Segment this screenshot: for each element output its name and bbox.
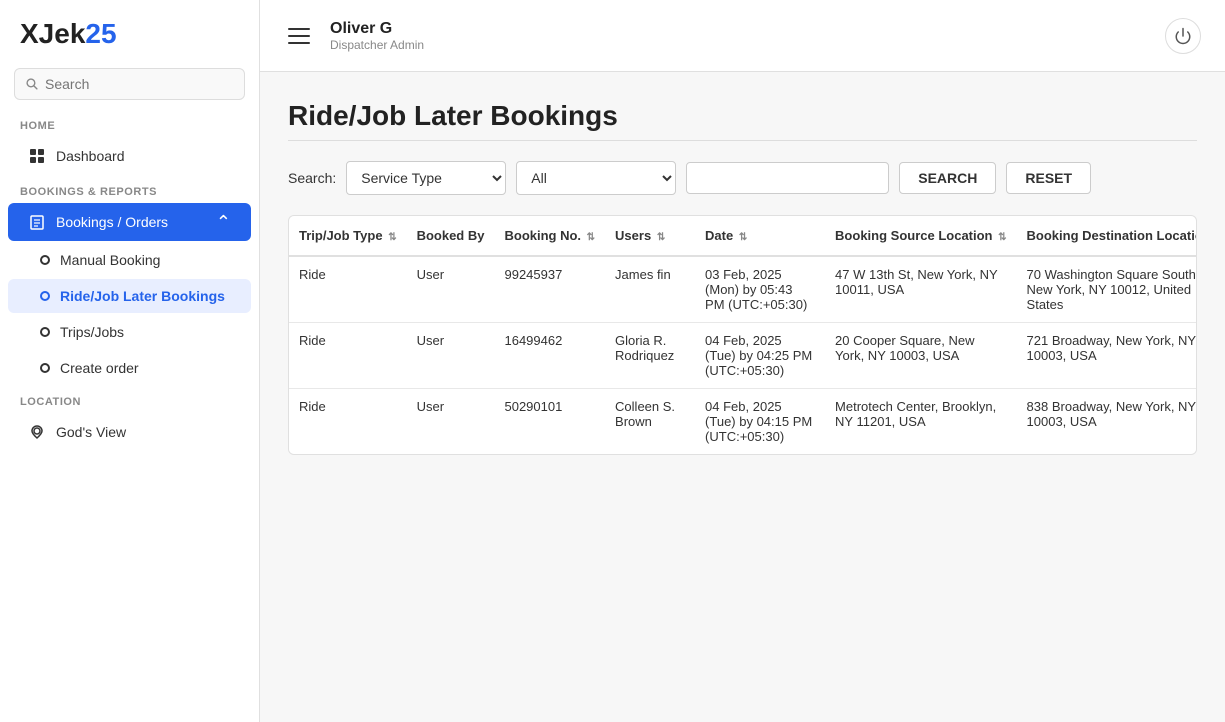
- dot-icon: [40, 255, 50, 265]
- cell-trip-type: Ride: [289, 256, 407, 323]
- sidebar-item-ride-job-later-label: Ride/Job Later Bookings: [60, 288, 225, 304]
- sidebar-item-bookings[interactable]: Bookings / Orders ⌃: [8, 203, 251, 241]
- sidebar-item-manual-booking[interactable]: Manual Booking: [8, 243, 251, 277]
- cell-source: Metrotech Center, Brooklyn, NY 11201, US…: [825, 389, 1016, 455]
- col-trip-type[interactable]: Trip/Job Type ⇅: [289, 216, 407, 256]
- cell-booked-by: User: [407, 323, 495, 389]
- table-header-row: Trip/Job Type ⇅ Booked By Booking No. ⇅ …: [289, 216, 1197, 256]
- sidebar-item-gods-view[interactable]: God's View: [8, 413, 251, 451]
- sidebar-item-dashboard-label: Dashboard: [56, 148, 125, 164]
- dot-icon-trips: [40, 327, 50, 337]
- search-bar-label: Search:: [288, 170, 336, 186]
- sort-icon-users: ⇅: [657, 232, 665, 243]
- all-select[interactable]: All: [516, 161, 676, 195]
- sidebar-item-create-order[interactable]: Create order: [8, 351, 251, 385]
- power-button[interactable]: [1165, 18, 1201, 54]
- table-row: Ride User 99245937 James fin 03 Feb, 202…: [289, 256, 1197, 323]
- sidebar-item-trips-jobs[interactable]: Trips/Jobs: [8, 315, 251, 349]
- table-row: Ride User 16499462 Gloria R. Rodriquez 0…: [289, 323, 1197, 389]
- cell-destination: 838 Broadway, New York, NY 10003, USA: [1017, 389, 1197, 455]
- sort-icon-bookno: ⇅: [587, 232, 595, 243]
- divider: [288, 140, 1197, 141]
- bookings-table: Trip/Job Type ⇅ Booked By Booking No. ⇅ …: [289, 216, 1197, 454]
- sidebar-item-dashboard[interactable]: Dashboard: [8, 137, 251, 175]
- reset-button[interactable]: RESET: [1006, 162, 1091, 194]
- cell-source: 47 W 13th St, New York, NY 10011, USA: [825, 256, 1016, 323]
- search-bar: Search: Service Type Ride Job All SEARCH…: [288, 161, 1197, 195]
- cell-booking-no: 16499462: [494, 323, 605, 389]
- logo-text2: 25: [85, 18, 116, 50]
- sidebar-item-manual-booking-label: Manual Booking: [60, 252, 160, 268]
- cell-date: 03 Feb, 2025 (Mon) by 05:43 PM (UTC:+05:…: [695, 256, 825, 323]
- sidebar-item-gods-view-label: God's View: [56, 424, 126, 440]
- menu-line-2: [288, 35, 310, 37]
- cell-trip-type: Ride: [289, 323, 407, 389]
- search-box[interactable]: [14, 68, 245, 100]
- sidebar: XJek25 HOME Dashboard BOOKINGS & REPORTS: [0, 0, 260, 722]
- section-bookings-label: BOOKINGS & REPORTS: [0, 176, 259, 202]
- section-home-label: HOME: [0, 110, 259, 136]
- cell-trip-type: Ride: [289, 389, 407, 455]
- col-destination-location[interactable]: Booking Destination Location ⇅: [1017, 216, 1197, 256]
- cell-users: Colleen S. Brown: [605, 389, 695, 455]
- user-role: Dispatcher Admin: [330, 38, 424, 52]
- menu-line-1: [288, 28, 310, 30]
- col-source-location[interactable]: Booking Source Location ⇅: [825, 216, 1016, 256]
- cell-date: 04 Feb, 2025 (Tue) by 04:15 PM (UTC:+05:…: [695, 389, 825, 455]
- menu-button[interactable]: [284, 24, 314, 48]
- cell-users: Gloria R. Rodriquez: [605, 323, 695, 389]
- page-content: Ride/Job Later Bookings Search: Service …: [260, 72, 1225, 722]
- search-input[interactable]: [45, 76, 234, 92]
- col-booked-by[interactable]: Booked By: [407, 216, 495, 256]
- sidebar-item-bookings-label: Bookings / Orders: [56, 214, 168, 230]
- col-booking-no[interactable]: Booking No. ⇅: [494, 216, 605, 256]
- cell-booked-by: User: [407, 256, 495, 323]
- page-title: Ride/Job Later Bookings: [288, 100, 1197, 132]
- table-row: Ride User 50290101 Colleen S. Brown 04 F…: [289, 389, 1197, 455]
- dot-icon-create: [40, 363, 50, 373]
- search-icon: [25, 77, 39, 91]
- cell-destination: 721 Broadway, New York, NY 10003, USA: [1017, 323, 1197, 389]
- menu-line-3: [288, 42, 310, 44]
- sidebar-item-trips-jobs-label: Trips/Jobs: [60, 324, 124, 340]
- topbar: Oliver G Dispatcher Admin: [260, 0, 1225, 72]
- sort-icon-date: ⇅: [739, 232, 747, 243]
- table-body: Ride User 99245937 James fin 03 Feb, 202…: [289, 256, 1197, 454]
- dot-icon-active: [40, 291, 50, 301]
- cell-booking-no: 99245937: [494, 256, 605, 323]
- location-icon: [28, 423, 46, 441]
- bookings-icon: [28, 213, 46, 231]
- search-text-input[interactable]: [686, 162, 889, 194]
- main-content: Oliver G Dispatcher Admin Ride/Job Later…: [260, 0, 1225, 722]
- cell-users: James fin: [605, 256, 695, 323]
- topbar-left: Oliver G Dispatcher Admin: [284, 20, 424, 52]
- dashboard-icon: [28, 147, 46, 165]
- cell-destination: 70 Washington Square South, New York, NY…: [1017, 256, 1197, 323]
- user-name: Oliver G: [330, 20, 424, 38]
- sidebar-item-ride-job-later[interactable]: Ride/Job Later Bookings: [8, 279, 251, 313]
- col-users[interactable]: Users ⇅: [605, 216, 695, 256]
- section-location-label: LOCATION: [0, 386, 259, 412]
- power-icon: [1174, 27, 1192, 45]
- cell-date: 04 Feb, 2025 (Tue) by 04:25 PM (UTC:+05:…: [695, 323, 825, 389]
- bookings-table-wrapper: Trip/Job Type ⇅ Booked By Booking No. ⇅ …: [288, 215, 1197, 455]
- col-date[interactable]: Date ⇅: [695, 216, 825, 256]
- service-type-select[interactable]: Service Type Ride Job: [346, 161, 506, 195]
- sidebar-item-create-order-label: Create order: [60, 360, 139, 376]
- logo-text1: XJek: [20, 18, 85, 50]
- cell-source: 20 Cooper Square, New York, NY 10003, US…: [825, 323, 1016, 389]
- search-button[interactable]: SEARCH: [899, 162, 996, 194]
- sort-icon-source: ⇅: [998, 232, 1006, 243]
- chevron-up-icon: ⌃: [216, 213, 231, 231]
- cell-booking-no: 50290101: [494, 389, 605, 455]
- logo: XJek25: [0, 0, 259, 68]
- sort-icon-trip: ⇅: [388, 232, 396, 243]
- user-info: Oliver G Dispatcher Admin: [330, 20, 424, 52]
- cell-booked-by: User: [407, 389, 495, 455]
